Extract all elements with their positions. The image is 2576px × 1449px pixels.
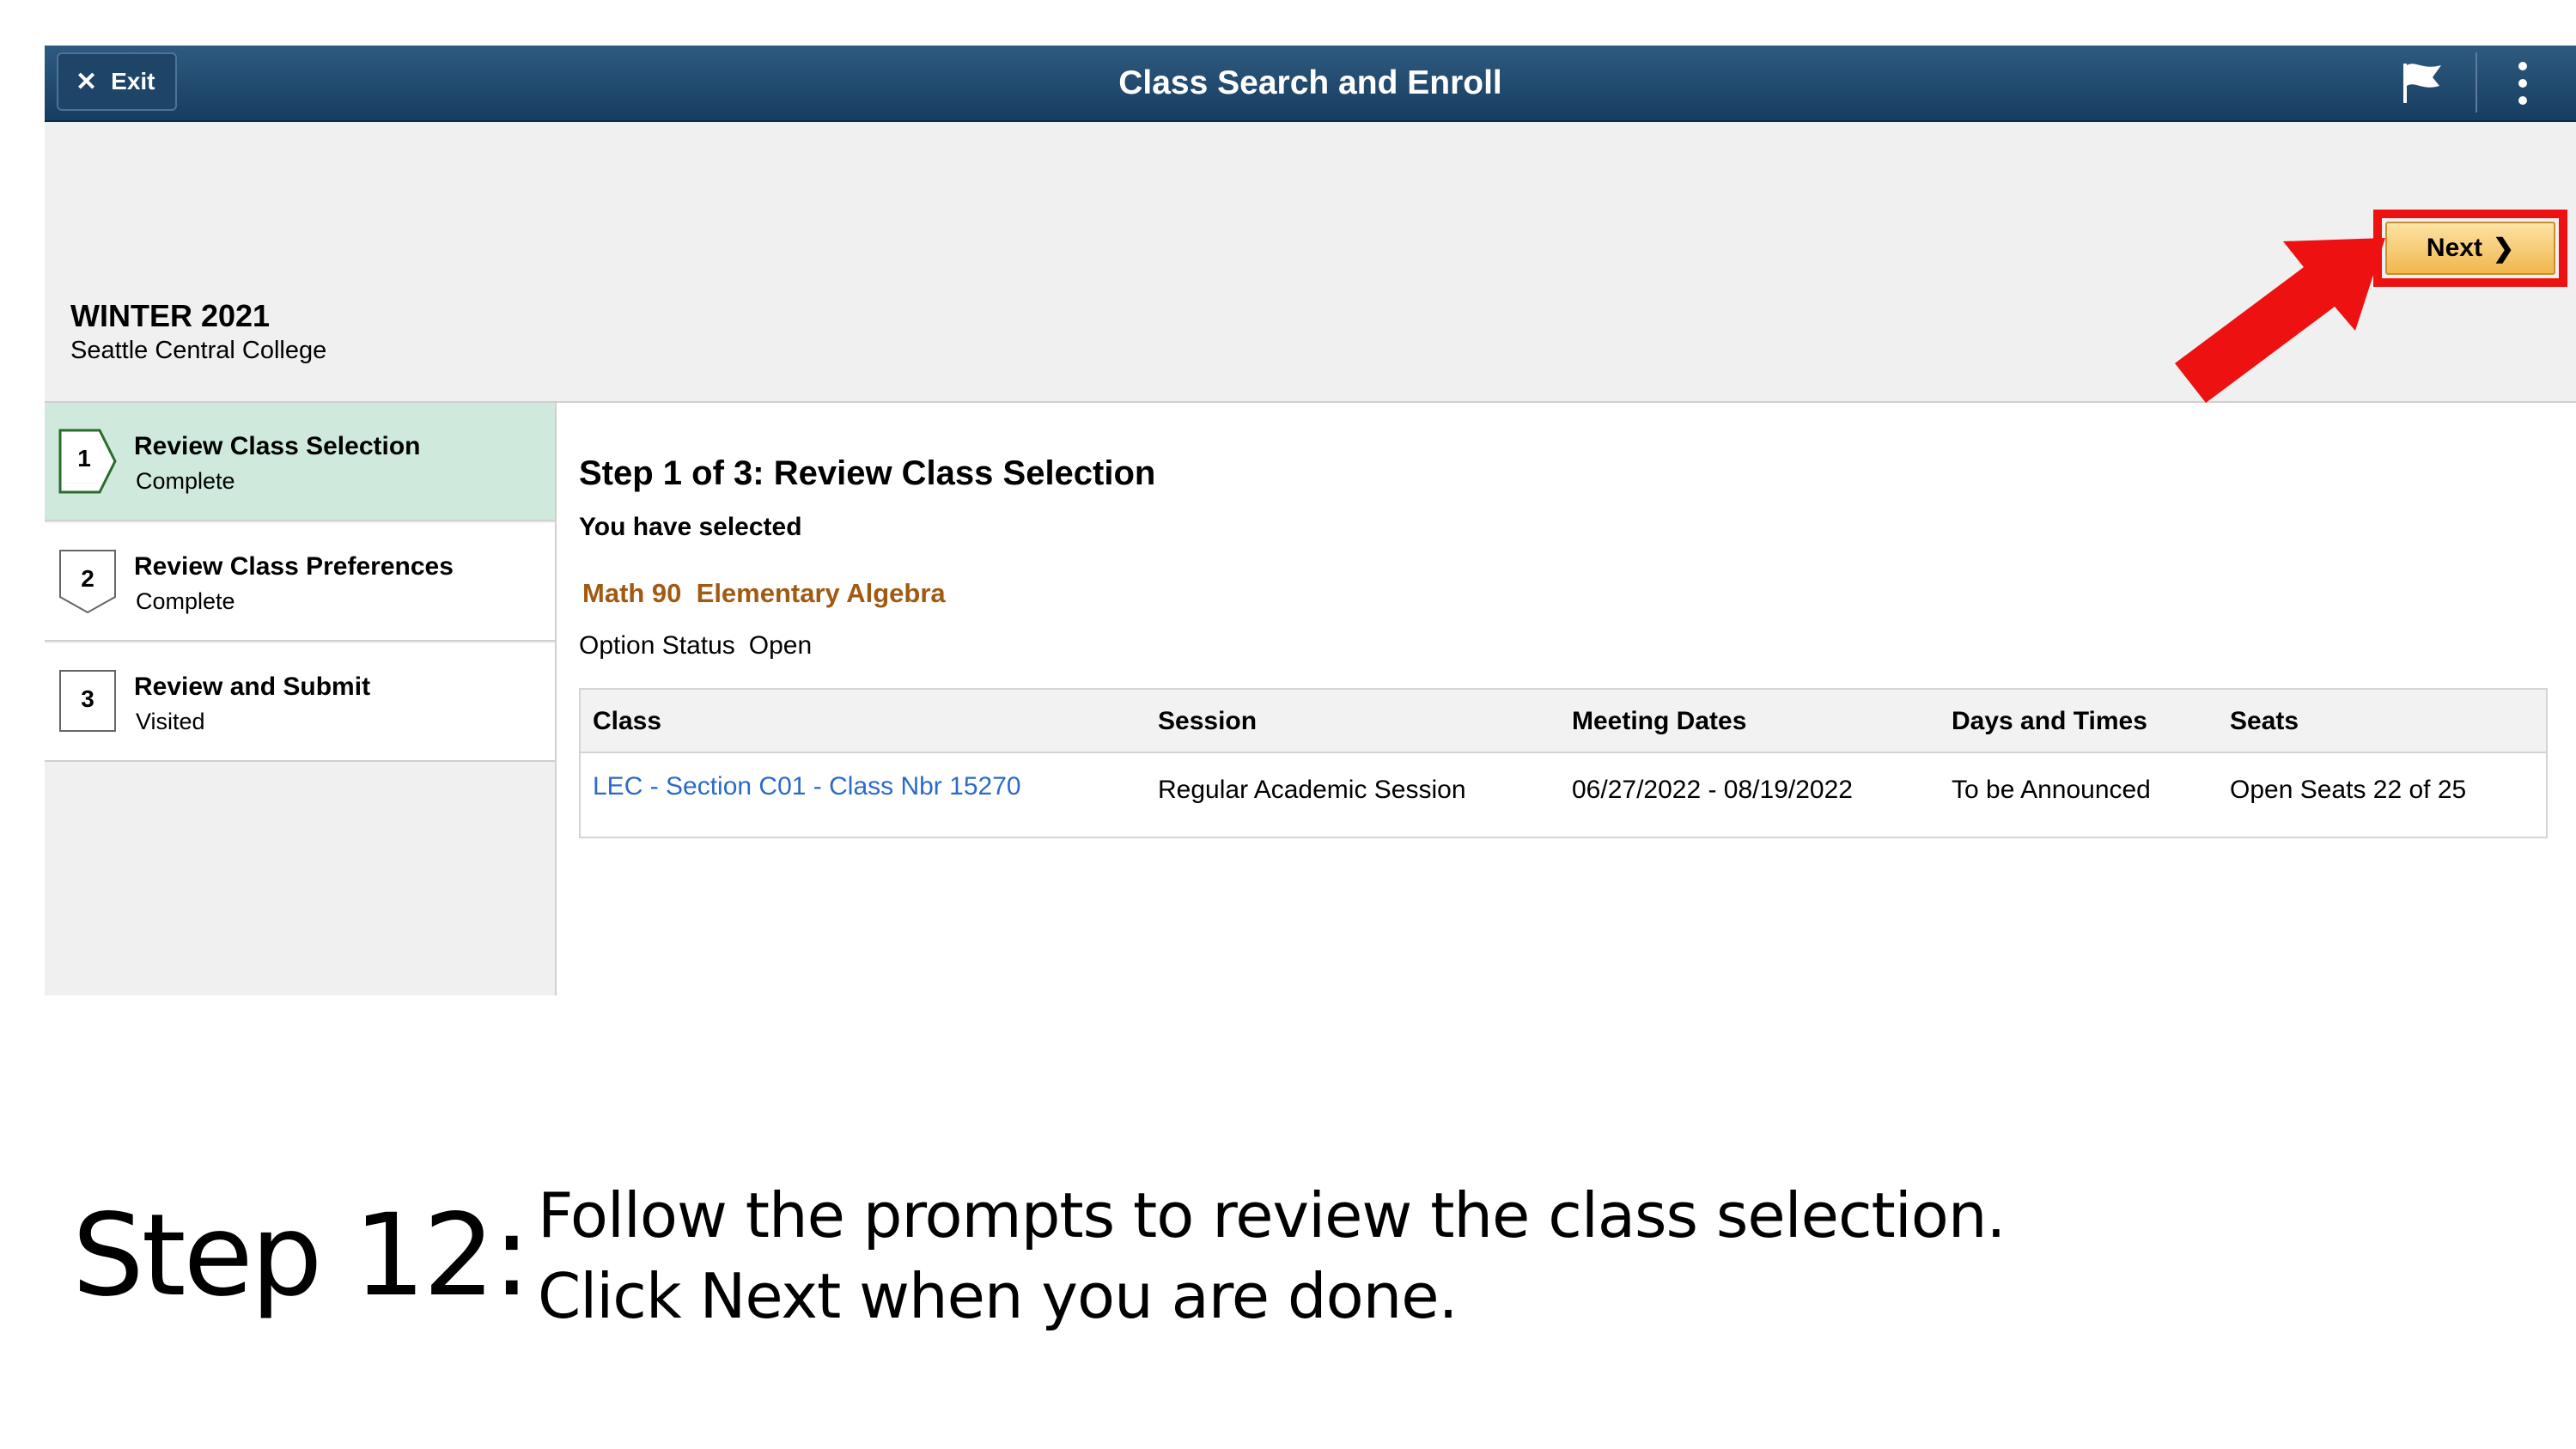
step-item-review-class-preferences[interactable]: 2 Review Class Preferences Complete — [45, 523, 555, 642]
session-cell: Regular Academic Session — [1158, 776, 1466, 804]
caption-step-number: Step 12: — [72, 1190, 531, 1322]
step-title: Review Class Selection — [134, 432, 421, 460]
class-section-link[interactable]: LEC - Section C01 - Class Nbr 15270 — [593, 772, 1021, 801]
step-number: 1 — [77, 445, 91, 472]
step-title: Review Class Preferences — [134, 552, 454, 581]
flag-icon[interactable] — [2396, 58, 2448, 107]
option-status-value: Open — [748, 631, 813, 660]
main-content: Step 1 of 3: Review Class Selection You … — [557, 403, 2576, 995]
table-header: Class Session Meeting Dates Days and Tim… — [581, 690, 2546, 753]
page-title: Class Search and Enroll — [1118, 64, 1502, 101]
title-bar: ✕ Exit Class Search and Enroll — [45, 46, 2576, 122]
days-times-cell: To be Announced — [1952, 776, 2151, 804]
app-window: ✕ Exit Class Search and Enroll WINTER 20… — [45, 46, 2576, 995]
step-heading: Step 1 of 3: Review Class Selection — [579, 454, 1156, 492]
caption-instruction-line1: Follow the prompts to review the class s… — [538, 1179, 2006, 1251]
step-title: Review and Submit — [134, 673, 371, 701]
selected-label: You have selected — [579, 513, 802, 541]
next-label: Next — [2426, 234, 2482, 262]
column-header-meeting-dates: Meeting Dates — [1572, 707, 1747, 735]
class-table: Class Session Meeting Dates Days and Tim… — [579, 688, 2548, 838]
step-status: Complete — [136, 468, 235, 494]
step-badge: 3 — [58, 669, 119, 734]
step-item-review-and-submit[interactable]: 3 Review and Submit Visited — [45, 643, 555, 762]
option-status-label: Option Status — [579, 631, 735, 660]
more-vertical-icon[interactable] — [2510, 58, 2536, 109]
column-header-seats: Seats — [2230, 707, 2299, 735]
red-arrow-annotation — [2175, 238, 2385, 403]
column-header-session: Session — [1158, 707, 1258, 735]
step-badge: 1 — [58, 429, 119, 494]
header-divider — [2476, 52, 2477, 113]
step-status: Complete — [136, 588, 235, 614]
option-status: Option Status Open — [579, 631, 812, 661]
step-navigation: 1 Review Class Selection Complete 2 Revi… — [45, 403, 557, 995]
caption-emphasis: Next — [699, 1260, 841, 1332]
step-number: 3 — [81, 685, 94, 712]
course-title: Math 90 Elementary Algebra — [582, 578, 946, 608]
next-button[interactable]: Next ❯ — [2385, 222, 2555, 275]
chevron-right-icon: ❯ — [2492, 234, 2515, 263]
institution-name: Seattle Central College — [70, 337, 327, 364]
caption-instruction-line2: Click Next when you are done. — [538, 1260, 1458, 1332]
caption-text: Click — [538, 1260, 700, 1332]
step-badge: 2 — [58, 549, 119, 614]
meeting-dates-cell: 06/27/2022 - 08/19/2022 — [1572, 776, 1853, 804]
step-status: Visited — [136, 709, 205, 734]
seats-cell: Open Seats 22 of 25 — [2230, 776, 2467, 804]
term-name: WINTER 2021 — [70, 298, 271, 333]
step-number: 2 — [81, 565, 94, 592]
column-header-class: Class — [593, 707, 662, 735]
step-item-review-class-selection[interactable]: 1 Review Class Selection Complete — [45, 403, 555, 521]
column-header-days-and-times: Days and Times — [1952, 707, 2147, 735]
caption-text: when you are done. — [840, 1260, 1458, 1332]
